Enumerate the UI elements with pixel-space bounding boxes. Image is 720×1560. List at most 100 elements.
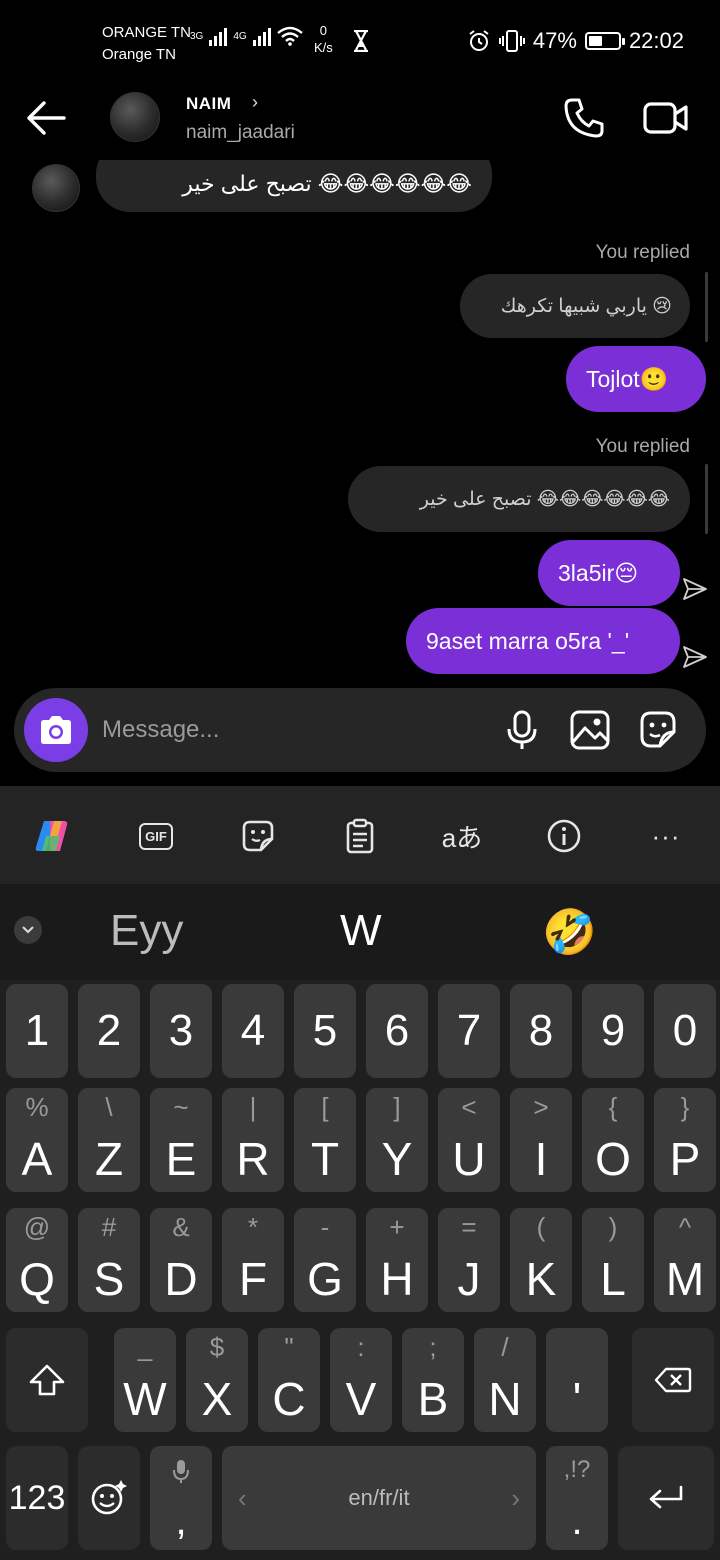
contact-username[interactable]: naim_jaadari (186, 122, 295, 144)
key-label: Z (94, 1133, 124, 1185)
key-o[interactable]: {O (582, 1088, 644, 1192)
video-call-icon[interactable] (642, 98, 690, 138)
key-alt-label: | (249, 1092, 257, 1122)
key-6[interactable]: 6 (366, 984, 428, 1078)
key-b[interactable]: ; B (402, 1328, 464, 1432)
suggestion-1[interactable]: Eyy (110, 906, 183, 956)
shift-key[interactable] (6, 1328, 88, 1432)
key-label: X (201, 1373, 233, 1425)
info-icon[interactable] (542, 814, 586, 858)
reply-bar (705, 272, 708, 342)
clipboard-icon[interactable] (338, 814, 382, 858)
sent-icon (683, 646, 707, 668)
key-f[interactable]: * F (222, 1208, 284, 1312)
key-3[interactable]: 3 (150, 984, 212, 1078)
key-q[interactable]: @ Q (6, 1208, 68, 1312)
key-g[interactable]: -G (294, 1208, 356, 1312)
copilot-icon[interactable] (30, 814, 74, 858)
key-u[interactable]: < U (438, 1088, 500, 1192)
outgoing-message[interactable]: 3la5ir😔 (538, 540, 680, 606)
key-n[interactable]: / N (474, 1328, 536, 1432)
key-c[interactable]: " C (258, 1328, 320, 1432)
back-arrow-icon[interactable] (24, 98, 70, 138)
key-e[interactable]: ~ E (150, 1088, 212, 1192)
more-icon[interactable]: ··· (644, 814, 688, 858)
key-label: T (310, 1133, 340, 1185)
message-input[interactable] (102, 708, 482, 752)
gif-icon[interactable]: GIF (134, 814, 178, 858)
backspace-key[interactable] (632, 1328, 714, 1432)
key-apostrophe[interactable]: ' (546, 1328, 608, 1432)
you-replied-label: You replied (595, 436, 690, 457)
key-h[interactable]: + H (366, 1208, 428, 1312)
chevron-right-icon: › (511, 1482, 520, 1513)
quoted-message[interactable]: تصبح على خير 😂😂😂😂😂😂 (348, 466, 690, 532)
key-9[interactable]: 9 (582, 984, 644, 1078)
key-j[interactable]: = J (438, 1208, 500, 1312)
sticker-icon[interactable] (236, 814, 280, 858)
sticker-icon[interactable] (636, 708, 680, 752)
chevron-right-icon[interactable]: › (252, 92, 258, 113)
key-0[interactable]: 0 (654, 984, 716, 1078)
key-label: N (488, 1373, 522, 1425)
key-label: K (525, 1253, 557, 1305)
key-v[interactable]: :V (330, 1328, 392, 1432)
key-m[interactable]: ^ M (654, 1208, 716, 1312)
key-i[interactable]: > I (510, 1088, 572, 1192)
key-alt-label: _ (137, 1332, 153, 1362)
clock: 22:02 (628, 28, 684, 53)
outgoing-message[interactable]: 9aset marra o5ra '_' (406, 608, 680, 674)
key-a[interactable]: % A (6, 1088, 68, 1192)
message-thread[interactable]: تصبح على خير 😂😂😂😂😂😂 You replied ياربي شب… (0, 160, 720, 680)
backspace-icon (654, 1367, 692, 1393)
key-d[interactable]: & D (150, 1208, 212, 1312)
enter-key[interactable] (618, 1446, 714, 1550)
key-5[interactable]: 5 (294, 984, 356, 1078)
key-alt-label: < (461, 1092, 477, 1122)
key-r[interactable]: | R (222, 1088, 284, 1192)
key-z[interactable]: \ Z (78, 1088, 140, 1192)
contact-name[interactable]: NAIM (186, 94, 231, 114)
emoji-key[interactable] (78, 1446, 140, 1550)
key-7[interactable]: 7 (438, 984, 500, 1078)
key-4[interactable]: 4 (222, 984, 284, 1078)
key-w[interactable]: _ W (114, 1328, 176, 1432)
key-t[interactable]: [T (294, 1088, 356, 1192)
key-l[interactable]: ) L (582, 1208, 644, 1312)
numbers-key[interactable]: 123 (6, 1446, 68, 1550)
collapse-keyboard-icon[interactable] (14, 916, 42, 944)
key-y[interactable]: ] Y (366, 1088, 428, 1192)
key-label: P (669, 1133, 701, 1185)
contact-avatar[interactable] (110, 92, 160, 142)
camera-button[interactable] (24, 698, 88, 762)
key-alt-label: " (284, 1332, 294, 1362)
outgoing-message[interactable]: Tojlot🙂 (566, 346, 706, 412)
translate-icon[interactable]: aあ (440, 814, 484, 858)
sender-avatar[interactable] (32, 164, 80, 212)
microphone-icon[interactable] (500, 708, 544, 752)
key-label: U (452, 1133, 486, 1185)
phone-icon[interactable] (562, 96, 606, 140)
key-alt-label: + (389, 1212, 405, 1242)
period-label: . (571, 1499, 583, 1543)
key-s[interactable]: # S (78, 1208, 140, 1312)
suggestion-2[interactable]: W (340, 906, 382, 956)
signal-icon-2 (252, 26, 271, 46)
quoted-text: ياربي شبيها تكرهك 😢 (500, 295, 672, 317)
status-right: 47% 22:02 (467, 28, 684, 54)
key-x[interactable]: $ X (186, 1328, 248, 1432)
key-label: E (165, 1133, 197, 1185)
carrier-line-2: Orange TN (102, 46, 176, 63)
space-key[interactable]: ‹ en/fr/it › (222, 1446, 536, 1550)
incoming-message[interactable]: تصبح على خير 😂😂😂😂😂😂 (96, 160, 492, 212)
key-k[interactable]: (K (510, 1208, 572, 1312)
comma-key[interactable]: , (150, 1446, 212, 1550)
key-2[interactable]: 2 (78, 984, 140, 1078)
suggestion-emoji[interactable]: 🤣 (542, 906, 597, 958)
key-8[interactable]: 8 (510, 984, 572, 1078)
period-key[interactable]: ,!? . (546, 1446, 608, 1550)
gallery-icon[interactable] (568, 708, 612, 752)
key-p[interactable]: } P (654, 1088, 716, 1192)
key-1[interactable]: 1 (6, 984, 68, 1078)
quoted-message[interactable]: ياربي شبيها تكرهك 😢 (460, 274, 690, 338)
